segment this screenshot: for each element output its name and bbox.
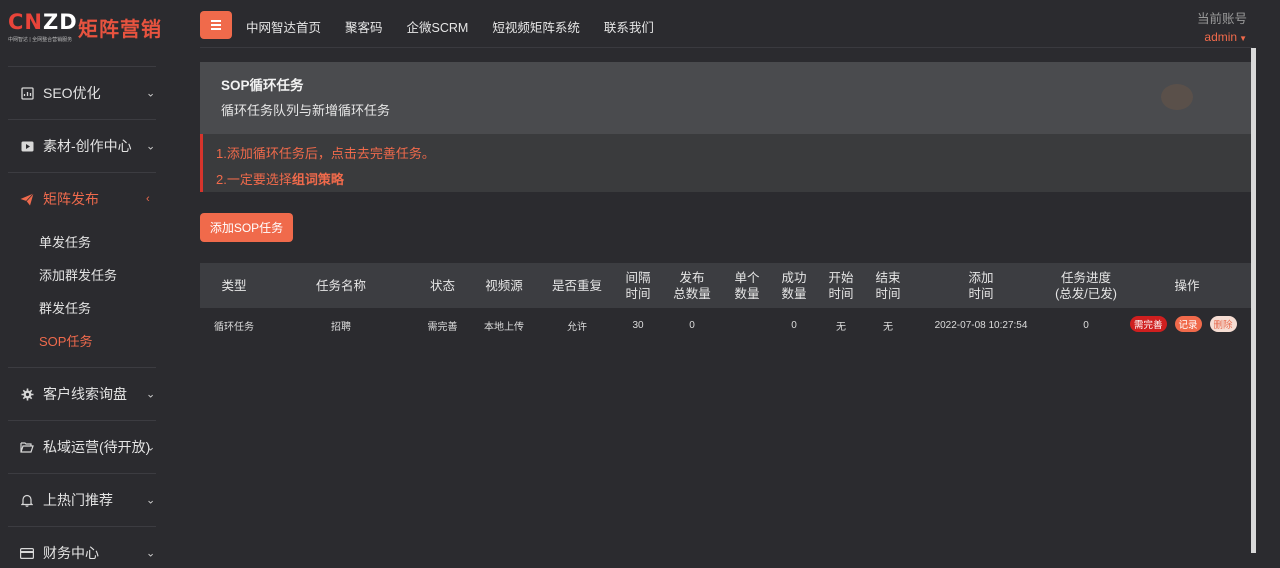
nav-link-wecom-scrm[interactable]: 企微SCRM — [407, 17, 469, 36]
column-header: 添加 时间 — [968, 270, 994, 301]
chevron-left-icon: ‹ — [146, 193, 150, 205]
document-chart-icon — [20, 86, 34, 100]
top-nav: 中网智达首页 聚客码 企微SCRM 短视频矩阵系统 联系我们 — [246, 17, 678, 36]
cell-single — [726, 308, 768, 342]
chevron-down-icon: ⌄ — [146, 547, 156, 560]
sidebar-item-label: 矩阵发布 — [43, 191, 99, 207]
sidebar-item-label: 财务中心 — [43, 545, 99, 561]
nav-link-home[interactable]: 中网智达首页 — [246, 17, 321, 36]
sidebar-item-label: 私域运营(待开放) — [43, 439, 151, 455]
column-header: 开始 时间 — [828, 270, 854, 301]
cell-end: 无 — [883, 321, 893, 333]
column-header: 任务名称 — [315, 278, 366, 293]
cell-status: 需完善 — [427, 321, 458, 333]
column-header: 是否重复 — [551, 278, 602, 293]
credit-card-icon — [20, 546, 34, 560]
column-header: 单个 数量 — [734, 270, 760, 301]
table-row: 循环任务 招聘 需完善 本地上传 允许 30 0 0 无 无 2022-07-0… — [200, 308, 1251, 342]
page-title: SOP循环任务 — [221, 78, 304, 93]
sidebar-subitem-single-task[interactable]: 单发任务 — [0, 225, 172, 258]
sidebar-subitem-add-group-task[interactable]: 添加群发任务 — [0, 258, 172, 291]
bell-icon — [20, 493, 34, 507]
sidebar-item-label: 素材-创作中心 — [43, 138, 132, 154]
menu-toggle-button[interactable] — [200, 11, 232, 39]
sidebar-item-label: SEO优化 — [43, 85, 101, 101]
cell-source: 本地上传 — [484, 321, 524, 333]
chevron-down-icon: ⌄ — [146, 441, 156, 454]
sidebar-menu: SEO优化 ⌄ 素材-创作中心 ⌄ 矩阵发布 ‹ 单发任务 添加群发任务 群发任… — [0, 66, 172, 568]
divider — [200, 47, 1252, 48]
sidebar-item-label: 上热门推荐 — [43, 492, 113, 508]
sidebar-item-seo[interactable]: SEO优化 ⌄ — [0, 67, 172, 119]
chevron-down-icon: ⌄ — [146, 140, 156, 153]
logo-mark: CNZD — [8, 10, 78, 34]
cell-type: 循环任务 — [214, 321, 254, 333]
cell-total: 0 — [689, 319, 695, 331]
cell-progress: 0 — [1083, 319, 1089, 331]
paper-plane-icon — [20, 192, 34, 206]
sidebar-item-hot-recommend[interactable]: 上热门推荐 ⌄ — [0, 474, 172, 526]
cell-interval: 30 — [632, 319, 644, 331]
column-header: 结束 时间 — [875, 270, 901, 301]
account-menu[interactable]: 当前账号 admin ▼ — [1197, 8, 1247, 44]
sidebar-item-finance[interactable]: 财务中心 ⌄ — [0, 527, 172, 568]
column-header: 视频源 — [485, 278, 523, 293]
cell-added-time: 2022-07-08 10:27:54 — [934, 319, 1028, 331]
sidebar-item-label: 客户线索询盘 — [43, 386, 127, 402]
nav-link-contact[interactable]: 联系我们 — [604, 17, 654, 36]
nav-link-juke-code[interactable]: 聚客码 — [345, 17, 383, 36]
sop-task-table: 类型 任务名称 状态 视频源 是否重复 间隔 时间 发布 总数量 单个 数量 成… — [200, 263, 1251, 342]
row-actions: 需完善 记录 删除 — [1130, 316, 1237, 332]
records-button[interactable]: 记录 — [1174, 316, 1202, 332]
hamburger-icon — [211, 20, 221, 22]
caret-down-icon: ▼ — [1239, 34, 1247, 43]
delete-button[interactable]: 删除 — [1209, 316, 1237, 332]
cell-success: 0 — [791, 319, 797, 331]
sidebar-subitem-sop-task[interactable]: SOP任务 — [0, 324, 172, 357]
chevron-down-icon: ⌄ — [146, 388, 156, 401]
column-header: 成功 数量 — [781, 270, 807, 301]
video-icon — [20, 139, 34, 153]
sidebar-item-leads[interactable]: 客户线索询盘 ⌄ — [0, 368, 172, 420]
top-bar: 中网智达首页 聚客码 企微SCRM 短视频矩阵系统 联系我们 当前账号 admi… — [172, 0, 1280, 48]
column-header: 间隔 时间 — [625, 270, 651, 301]
account-label: 当前账号 — [1196, 12, 1247, 26]
nav-link-video-matrix[interactable]: 短视频矩阵系统 — [492, 17, 580, 36]
column-header: 状态 — [429, 278, 455, 293]
chevron-down-icon: ⌄ — [146, 494, 156, 507]
column-header: 类型 — [221, 278, 247, 293]
folder-open-icon — [20, 440, 34, 454]
sidebar-subitem-group-task[interactable]: 群发任务 — [0, 291, 172, 324]
sidebar-item-private-domain[interactable]: 私域运营(待开放) ⌄ — [0, 421, 172, 473]
sidebar-item-matrix-publish[interactable]: 矩阵发布 ‹ — [0, 173, 172, 225]
chevron-down-icon: ⌄ — [146, 87, 156, 100]
notice-box: 1.添加循环任务后，点击去完善任务。 2.一定要选择组词策略 — [200, 134, 1251, 192]
notice-line-1: 1.添加循环任务后，点击去完善任务。 — [216, 146, 435, 161]
page-header: SOP循环任务 循环任务队列与新增循环任务 — [200, 62, 1251, 134]
add-sop-task-button[interactable]: 添加SOP任务 — [200, 213, 293, 242]
logo-tagline: 中网智达 | 全网整合营销服务 — [8, 37, 73, 43]
column-header: 发布 总数量 — [673, 270, 711, 301]
complete-task-button[interactable]: 需完善 — [1130, 316, 1167, 332]
cell-start: 无 — [836, 321, 846, 333]
cell-name: 招聘 — [331, 321, 351, 333]
gear-icon — [20, 387, 34, 401]
scrollbar[interactable] — [1251, 48, 1256, 553]
header-decoration — [1161, 84, 1193, 110]
submenu-matrix-publish: 单发任务 添加群发任务 群发任务 SOP任务 — [0, 225, 172, 367]
logo[interactable]: CNZD 中网智达 | 全网整合营销服务 矩阵营销 — [8, 10, 168, 46]
cell-repeat: 允许 — [567, 321, 587, 333]
table-header: 类型 任务名称 状态 视频源 是否重复 间隔 时间 发布 总数量 单个 数量 成… — [200, 263, 1251, 308]
account-user[interactable]: admin ▼ — [1197, 30, 1247, 44]
sidebar-item-material[interactable]: 素材-创作中心 ⌄ — [0, 120, 172, 172]
sidebar: CNZD 中网智达 | 全网整合营销服务 矩阵营销 SEO优化 ⌄ 素材-创作中… — [0, 0, 172, 568]
page-subtitle: 循环任务队列与新增循环任务 — [221, 103, 391, 118]
logo-brand: 矩阵营销 — [78, 19, 162, 41]
notice-line-2: 2.一定要选择组词策略 — [216, 172, 344, 187]
column-header: 操作 — [1174, 278, 1200, 293]
column-header: 任务进度 (总发/已发) — [1055, 270, 1117, 301]
